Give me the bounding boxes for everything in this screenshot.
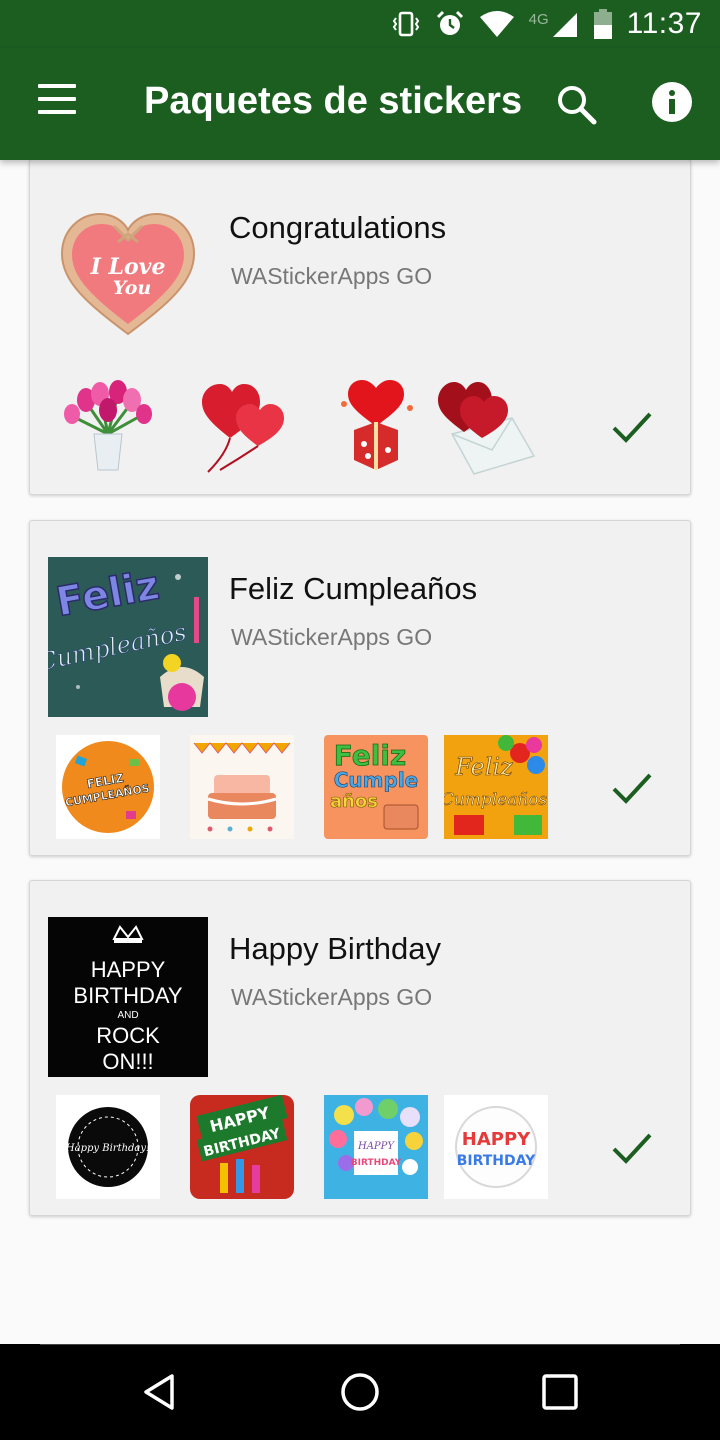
svg-text:BIRTHDAY: BIRTHDAY	[457, 1153, 536, 1169]
status-bar: 4G 11:37	[0, 0, 720, 48]
sticker-pack-card[interactable]: Feliz Cumpleaños Feliz Cumpleaños WAStic…	[29, 520, 691, 856]
divider	[40, 1344, 680, 1345]
recents-icon[interactable]	[538, 1370, 582, 1414]
sticker-pack-list[interactable]: I Love You Congratulations WAStickerApps…	[0, 160, 720, 1344]
tray-text: AND	[117, 1010, 138, 1021]
happy-birthday-banner-sticker: HAPPY BIRTHDAY	[190, 1095, 294, 1199]
hearts-envelope-sticker	[438, 382, 536, 475]
back-icon[interactable]	[138, 1370, 182, 1414]
clock: 11:37	[626, 7, 702, 40]
tray-text: You	[113, 277, 151, 299]
happy-birthday-balloons-sticker: HAPPY BIRTHDAY	[324, 1095, 428, 1199]
tray-text: ON!!!	[102, 1049, 153, 1074]
birthday-cake-bunting-sticker	[190, 735, 294, 839]
tray-text: HAPPY	[91, 957, 166, 982]
pack-author: WAStickerApps GO	[231, 624, 433, 650]
svg-text:Cumple: Cumple	[334, 768, 419, 792]
heart-gift-box-sticker	[341, 380, 413, 470]
alarm-icon	[436, 10, 463, 35]
battery-icon	[593, 9, 612, 39]
network-type-label: 4G	[528, 10, 549, 28]
tulip-bouquet-sticker	[64, 380, 152, 471]
svg-text:BIRTHDAY: BIRTHDAY	[351, 1158, 402, 1168]
svg-text:HAPPY: HAPPY	[357, 1141, 395, 1152]
home-icon[interactable]	[338, 1370, 382, 1414]
tray-icon: I Love You	[60, 212, 196, 336]
pack-name: Happy Birthday	[229, 931, 441, 966]
page-title: Paquetes de stickers	[144, 80, 523, 122]
tray-icon: Feliz Cumpleaños	[48, 557, 208, 717]
tray-text: BIRTHDAY	[73, 983, 183, 1008]
svg-text:HAPPY: HAPPY	[462, 1129, 531, 1150]
svg-text:años: años	[330, 791, 378, 812]
wifi-icon	[479, 11, 514, 37]
svg-text:Cumpleaños: Cumpleaños	[444, 790, 548, 810]
happy-birthday-ornament-sticker: Happy Birthday!	[56, 1095, 160, 1199]
info-icon[interactable]	[650, 80, 694, 124]
tray-icon: HAPPY BIRTHDAY AND ROCK ON!!!	[48, 917, 208, 1077]
pack-author: WAStickerApps GO	[231, 263, 433, 289]
added-check-icon[interactable]	[610, 406, 654, 446]
navigation-bar	[0, 1344, 720, 1440]
feliz-cumpleanos-balloons-sticker: Feliz Cumpleaños	[444, 735, 548, 839]
signal-icon	[552, 13, 577, 37]
menu-icon[interactable]	[28, 84, 84, 124]
added-check-icon[interactable]	[610, 1127, 654, 1167]
added-check-icon[interactable]	[610, 767, 654, 807]
vibrate-icon	[392, 11, 419, 37]
pack-name: Feliz Cumpleaños	[229, 571, 478, 606]
svg-text:Happy Birthday!: Happy Birthday!	[65, 1143, 150, 1154]
tray-text: ROCK	[96, 1023, 160, 1048]
sticker-pack-card[interactable]: I Love You Congratulations WAStickerApps…	[29, 160, 691, 495]
search-icon[interactable]	[552, 80, 600, 128]
app-bar: Paquetes de stickers	[0, 48, 720, 160]
pack-author: WAStickerApps GO	[231, 984, 433, 1010]
feliz-cumpleanos-badge-sticker: FELIZ CUMPLEAÑOS	[56, 735, 160, 839]
svg-text:Feliz: Feliz	[454, 753, 513, 781]
happy-birthday-circle-sticker: HAPPY BIRTHDAY	[444, 1095, 548, 1199]
pack-name: Congratulations	[229, 210, 447, 245]
red-heart-balloons-sticker	[202, 384, 284, 473]
feliz-cumple-anos-cake-sticker: Feliz Cumple años	[324, 735, 428, 839]
sticker-pack-card[interactable]: HAPPY BIRTHDAY AND ROCK ON!!! Happy Birt…	[29, 880, 691, 1216]
